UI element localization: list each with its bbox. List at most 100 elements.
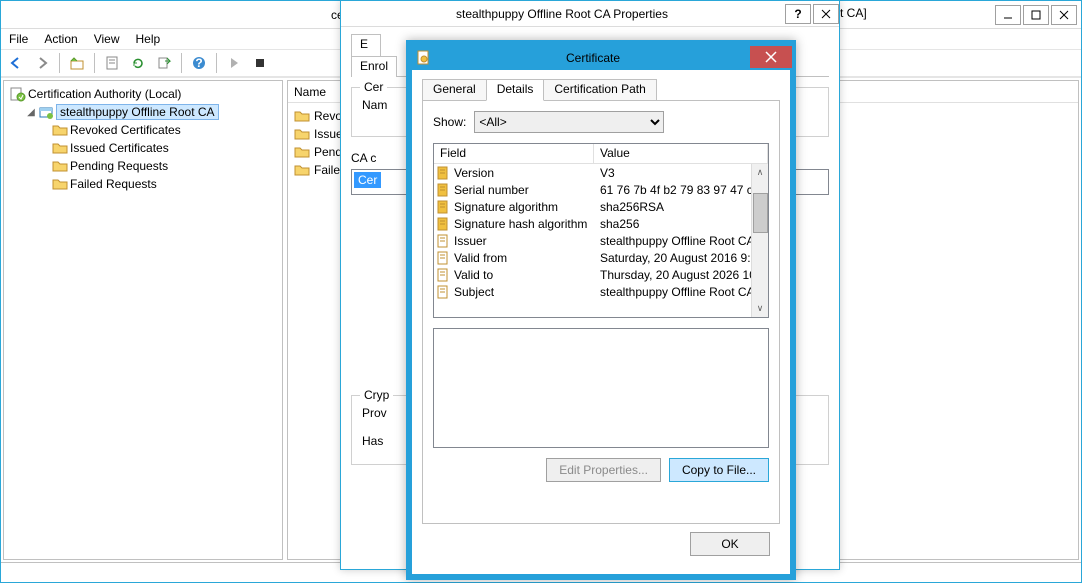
menu-help[interactable]: Help [136, 32, 161, 46]
tree-child-label: Failed Requests [70, 177, 157, 191]
folder-icon [294, 144, 310, 160]
edit-properties-button: Edit Properties... [546, 458, 661, 482]
tree-child-label: Issued Certificates [70, 141, 169, 155]
name-label: Nam [362, 98, 387, 112]
menu-file[interactable]: File [9, 32, 28, 46]
field-name: Valid from [452, 251, 594, 265]
copy-to-file-button[interactable]: Copy to File... [669, 458, 769, 482]
show-select[interactable]: <All> [474, 111, 664, 133]
cert-tab-details[interactable]: Details [486, 79, 545, 101]
props-tab-enrol[interactable]: Enrol [351, 56, 397, 77]
list-item-label: Issue [314, 127, 343, 141]
field-name: Signature hash algorithm [452, 217, 594, 231]
cert-title-text: Certificate [436, 51, 750, 65]
cert-title-bar[interactable]: Certificate [412, 46, 790, 70]
tree-ca-node[interactable]: ◢ stealthpuppy Offline Root CA [6, 103, 280, 121]
tree-child-issued[interactable]: Issued Certificates [6, 139, 280, 157]
svg-text:?: ? [195, 56, 202, 70]
menu-action[interactable]: Action [44, 32, 77, 46]
show-label: Show: [433, 115, 466, 129]
props-help-button[interactable]: ? [785, 4, 811, 24]
field-name: Version [452, 166, 594, 180]
field-icon [434, 251, 452, 265]
folder-icon [52, 140, 68, 156]
field-icon [434, 234, 452, 248]
back-button[interactable] [5, 52, 27, 74]
field-value: sha256 [594, 217, 768, 231]
field-icon [434, 268, 452, 282]
props-title-bar[interactable]: stealthpuppy Offline Root CA Properties … [341, 1, 839, 27]
tree-ca-label: stealthpuppy Offline Root CA [56, 104, 219, 120]
cert-list-selected[interactable]: Cer [354, 172, 381, 188]
field-icon [434, 285, 452, 299]
maximize-button[interactable] [1023, 5, 1049, 25]
cert-tab-general[interactable]: General [422, 79, 487, 101]
field-name: Valid to [452, 268, 594, 282]
folder-icon [294, 126, 310, 142]
ca-icon [38, 104, 54, 120]
field-row[interactable]: Valid toThursday, 20 August 2026 10:... [434, 266, 768, 283]
folder-icon [294, 108, 310, 124]
field-value: Saturday, 20 August 2016 9:5... [594, 251, 768, 265]
refresh-button[interactable] [127, 52, 149, 74]
scroll-up-icon[interactable]: ∧ [752, 164, 768, 181]
properties-button[interactable] [101, 52, 123, 74]
field-value: stealthpuppy Offline Root CA [594, 234, 768, 248]
list-item-label: Pend [314, 145, 342, 159]
tree-child-failed[interactable]: Failed Requests [6, 175, 280, 193]
field-row[interactable]: Subjectstealthpuppy Offline Root CA [434, 283, 768, 300]
fields-body: VersionV3Serial number61 76 7b 4f b2 79 … [434, 164, 768, 317]
folder-icon [52, 122, 68, 138]
col-value[interactable]: Value [594, 144, 768, 163]
cert-body: General Details Certification Path Show:… [412, 70, 790, 574]
field-name: Serial number [452, 183, 594, 197]
folder-icon [52, 158, 68, 174]
tree-child-label: Pending Requests [70, 159, 168, 173]
tree-child-revoked[interactable]: Revoked Certificates [6, 121, 280, 139]
field-value: stealthpuppy Offline Root CA [594, 285, 768, 299]
tree-child-label: Revoked Certificates [70, 123, 181, 137]
field-row[interactable]: Valid fromSaturday, 20 August 2016 9:5..… [434, 249, 768, 266]
field-row[interactable]: Signature algorithmsha256RSA [434, 198, 768, 215]
up-button[interactable] [66, 52, 88, 74]
col-field[interactable]: Field [434, 144, 594, 163]
forward-button[interactable] [31, 52, 53, 74]
field-icon [434, 183, 452, 197]
field-row[interactable]: VersionV3 [434, 164, 768, 181]
folder-icon [52, 176, 68, 192]
cert-details-panel: Show: <All> Field Value VersionV3Serial … [422, 100, 780, 524]
tree-pane[interactable]: Certification Authority (Local) ◢ stealt… [3, 80, 283, 560]
help-button[interactable]: ? [188, 52, 210, 74]
play-button[interactable] [223, 52, 245, 74]
tree-root[interactable]: Certification Authority (Local) [6, 85, 280, 103]
cert-authority-icon [10, 86, 26, 102]
props-close-button[interactable] [813, 4, 839, 24]
minimize-button[interactable] [995, 5, 1021, 25]
props-tab-e[interactable]: E [351, 34, 381, 56]
field-icon [434, 200, 452, 214]
cert-tabs: General Details Certification Path [422, 78, 780, 100]
fields-listview[interactable]: Field Value VersionV3Serial number61 76 … [433, 143, 769, 318]
field-value: V3 [594, 166, 768, 180]
tree-child-pending[interactable]: Pending Requests [6, 157, 280, 175]
field-detail-box[interactable] [433, 328, 769, 448]
scroll-thumb[interactable] [753, 193, 768, 233]
cert-tab-certpath[interactable]: Certification Path [543, 79, 656, 101]
group-label: Cer [360, 80, 387, 94]
folder-icon [294, 162, 310, 178]
field-icon [434, 166, 452, 180]
field-name: Signature algorithm [452, 200, 594, 214]
ok-button[interactable]: OK [690, 532, 770, 556]
expand-icon[interactable]: ◢ [26, 107, 36, 118]
cert-close-button[interactable] [750, 46, 792, 68]
menu-view[interactable]: View [94, 32, 120, 46]
field-row[interactable]: Signature hash algorithmsha256 [434, 215, 768, 232]
scrollbar[interactable]: ∧ ∨ [751, 164, 768, 317]
field-name: Subject [452, 285, 594, 299]
export-button[interactable] [153, 52, 175, 74]
close-button[interactable] [1051, 5, 1077, 25]
field-row[interactable]: Serial number61 76 7b 4f b2 79 83 97 47 … [434, 181, 768, 198]
stop-button[interactable] [249, 52, 271, 74]
scroll-down-icon[interactable]: ∨ [752, 300, 768, 317]
field-row[interactable]: Issuerstealthpuppy Offline Root CA [434, 232, 768, 249]
